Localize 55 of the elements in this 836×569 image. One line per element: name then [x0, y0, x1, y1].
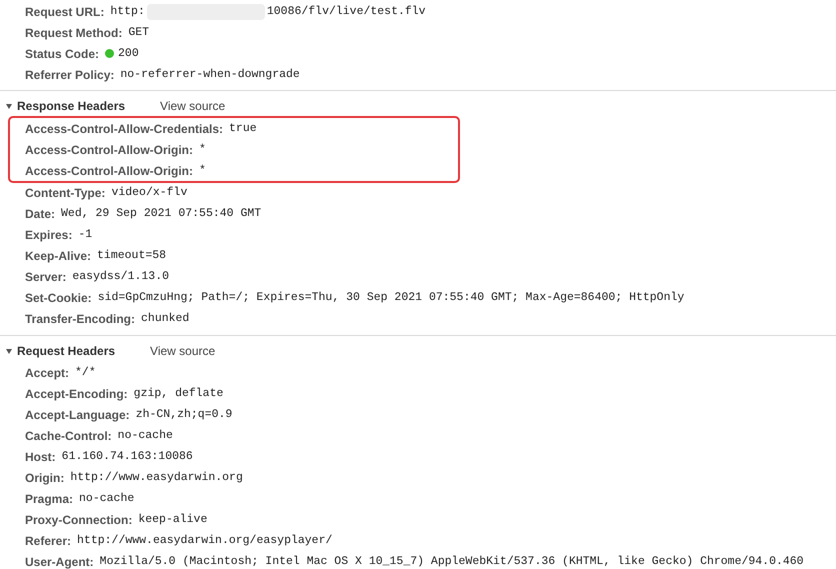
- header-name: Transfer-Encoding:: [25, 310, 136, 328]
- header-value: 200: [118, 46, 139, 62]
- header-value: no-referrer-when-downgrade: [120, 66, 300, 83]
- header-name: Origin:: [25, 470, 64, 486]
- header-name: Referrer Policy:: [25, 66, 114, 84]
- header-name: Server:: [25, 268, 66, 286]
- header-name: Date:: [25, 206, 56, 222]
- header-name: Access-Control-Allow-Origin:: [25, 162, 194, 180]
- header-name: Host:: [25, 448, 56, 466]
- expand-triangle-icon[interactable]: [6, 104, 12, 108]
- header-name: Keep-Alive:: [25, 248, 92, 264]
- header-name: Accept-Encoding:: [25, 386, 128, 402]
- header-value: no-cache: [118, 428, 173, 444]
- header-value: sid=GpCmzuHng; Path=/; Expires=Thu, 30 Sep 2021 07:55:40 GMT; Max-Age=86400; HttpOnly: [98, 290, 684, 306]
- header-value: http://www.easydarwin.org/easyplayer/: [77, 532, 332, 549]
- header-value: http://www.easydarwin.org: [70, 470, 243, 486]
- section-title[interactable]: Response Headers: [17, 97, 126, 115]
- header-name: Accept-Language:: [25, 406, 130, 424]
- header-name: Request URL:: [25, 4, 104, 20]
- header-value: true: [229, 120, 257, 137]
- header-value: timeout=58: [97, 248, 166, 264]
- header-value: zh-CN,zh;q=0.9: [136, 406, 232, 423]
- header-name: Cache-Control:: [25, 428, 112, 444]
- header-name: Access-Control-Allow-Credentials:: [25, 120, 224, 138]
- header-value: gzip, deflate: [134, 386, 224, 402]
- expand-triangle-icon[interactable]: [6, 348, 12, 354]
- header-value: Mozilla/5.0 (Macintosh; Intel Mac OS X 10_15_7) AppleWebKit/537.36 (KHTML, like Gecko) Chrome/94.0.460: [100, 554, 804, 569]
- header-value: Wed, 29 Sep 2021 07:55:40 GMT: [61, 206, 262, 222]
- header-value: */*: [75, 364, 96, 381]
- header-name: Request Method:: [25, 24, 122, 42]
- header-value: 61.160.74.163:10086: [62, 448, 193, 465]
- header-value: GET: [128, 24, 150, 41]
- view-source-link[interactable]: View source: [160, 97, 226, 115]
- header-value: chunked: [141, 310, 190, 327]
- header-name: Status Code:: [25, 46, 100, 62]
- header-name: Pragma:: [25, 490, 74, 508]
- header-name: Accept:: [25, 364, 70, 382]
- header-name: Referer:: [25, 532, 72, 550]
- section-title[interactable]: Request Headers: [17, 342, 116, 360]
- header-value: easydss/1.13.0: [72, 268, 169, 285]
- header-value: keep-alive: [138, 512, 208, 528]
- view-source-link[interactable]: View source: [150, 342, 216, 360]
- header-name: Set-Cookie:: [25, 290, 92, 306]
- header-value: *: [199, 142, 206, 158]
- header-value: -1: [78, 226, 92, 243]
- header-name: Proxy-Connection:: [25, 512, 132, 528]
- header-value: video/x-flv: [111, 184, 188, 201]
- header-name: Expires:: [25, 226, 72, 244]
- header-name: Access-Control-Allow-Origin:: [25, 142, 194, 158]
- header-name: User-Agent:: [25, 554, 94, 569]
- header-value: http:: [110, 4, 145, 20]
- header-value: 10086/flv/live/test.flv: [266, 4, 426, 20]
- header-value: no-cache: [79, 490, 134, 507]
- header-value: *: [199, 162, 206, 179]
- header-name: Content-Type:: [25, 184, 106, 202]
